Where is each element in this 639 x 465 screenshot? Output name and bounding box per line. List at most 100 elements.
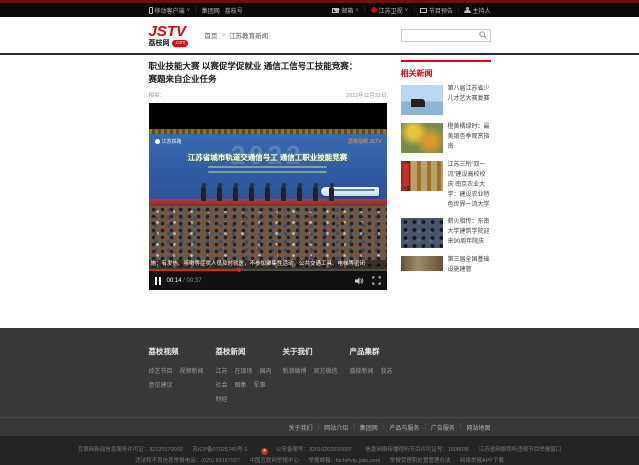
footer-nav-link[interactable]: 网站地图 bbox=[466, 423, 490, 432]
logo-lizhi-text: 荔枝网 bbox=[149, 40, 170, 47]
tv-schedule-icon bbox=[420, 8, 427, 13]
group-site-label: 集团网 bbox=[202, 6, 220, 15]
footer-column-lizhi-news: 荔枝新闻 江苏 在现场 国内 社会 图集 军事 财经 bbox=[216, 346, 283, 403]
video-control-bar: 00:14 / 00:37 bbox=[149, 269, 387, 290]
footer-nav-link[interactable]: 广告服务 bbox=[431, 423, 455, 432]
police-filing-link[interactable]: 公安备案号：32010202010007 bbox=[276, 447, 352, 453]
legal-line-2: 违法和不良信息举报电话：(025) 83187997 中国互联网举报中心 举报邮… bbox=[0, 456, 639, 465]
footer-nav-row: 关于我们 | 网站介绍 | 集团网 | 产品与服务 | 广告服务 | 网站地图 bbox=[0, 417, 639, 436]
breadcrumb-separator: > bbox=[221, 32, 225, 39]
related-news-item[interactable]: 橙黄橘绿时：最美银杏季观赏指南 bbox=[401, 123, 491, 153]
footer-link[interactable]: 国内 bbox=[260, 366, 272, 375]
legal-section: 互联网新闻信息服务许可证：32120170003 苏ICP备07025745号-… bbox=[0, 436, 639, 465]
footer-link[interactable]: 意见建议 bbox=[149, 380, 173, 389]
related-news-item[interactable]: 薪火相传：东南大学建筑学院迎来90周年院庆 bbox=[401, 218, 491, 248]
stage-person bbox=[249, 187, 254, 201]
publish-date: 2022年11月22日 bbox=[346, 91, 387, 99]
group-site-link[interactable]: 集团网 bbox=[202, 6, 220, 15]
topbar-divider: | bbox=[413, 7, 415, 13]
related-news-thumbnail bbox=[401, 218, 443, 248]
footer-link[interactable]: 官方微信 bbox=[314, 366, 338, 375]
site-header: JSTV 荔枝网 .com 首页 > 江苏教育新闻 bbox=[0, 17, 639, 55]
legal-line-1: 互联网新闻信息服务许可证：32120170003 苏ICP备07025745号-… bbox=[0, 445, 639, 455]
breadcrumb-home[interactable]: 首页 bbox=[204, 30, 217, 40]
related-news-title: 橙黄橘绿时：最美银杏季观赏指南 bbox=[448, 123, 491, 153]
article-meta: 相关： 2022年11月22日 bbox=[149, 91, 387, 99]
icp-license-link[interactable]: 苏ICP备07025745号-1 bbox=[192, 447, 247, 453]
video-stage-backdrop: 2022 江苏铁路 荔枝视频 JSTV 江苏省城市轨道交通信号工 通信工职业技能… bbox=[149, 134, 387, 206]
jstv-channel-menu[interactable]: 江苏卫视 ∨ bbox=[371, 6, 409, 15]
footer-link[interactable]: 在现场 bbox=[235, 366, 253, 375]
footer-nav-link[interactable]: 集团网 bbox=[360, 423, 378, 432]
footer-link[interactable]: 我苏 bbox=[381, 366, 393, 375]
related-news-sidebar: 相关新闻 第八届江苏省少儿才艺大赛复赛 橙黄橘绿时：最美银杏季观赏指南 江苏三所… bbox=[401, 60, 491, 290]
footer-link[interactable]: 江苏 bbox=[216, 366, 228, 375]
footer-link[interactable]: 社会 bbox=[216, 380, 228, 389]
site-footer: 荔枝视频 综艺节目 视频新闻 意见建议 荔枝新闻 江苏 在现场 国内 社会 图集… bbox=[0, 328, 639, 465]
related-news-item[interactable]: 第三届全国基础设施建管 bbox=[401, 256, 491, 276]
news-license: 互联网新闻信息服务许可证：32120170003 bbox=[78, 447, 183, 453]
related-news-thumbnail bbox=[401, 161, 443, 191]
breadcrumb-current[interactable]: 江苏教育新闻 bbox=[229, 30, 268, 40]
related-news-item[interactable]: 第八届江苏省少儿才艺大赛复赛 bbox=[401, 85, 491, 115]
video-player[interactable]: 2022 江苏铁路 荔枝视频 JSTV 江苏省城市轨道交通信号工 通信工职业技能… bbox=[149, 103, 387, 290]
article-main-column: 职业技能大赛 以赛促学促就业 通信工信号工技能竞赛： 赛题来自企业任务 相关： … bbox=[149, 60, 387, 290]
footer-nav-separator: | bbox=[353, 424, 355, 430]
footer-link[interactable]: 军事 bbox=[254, 380, 266, 389]
person-icon bbox=[464, 7, 470, 13]
stage-people-row bbox=[149, 187, 387, 201]
internet-report-center-link[interactable]: 中国互联网举报中心 bbox=[249, 458, 299, 464]
footer-column-about-us: 关于我们 新浪微博 官方微信 bbox=[283, 346, 350, 403]
search-button[interactable] bbox=[477, 30, 490, 41]
video-frame: 2022 江苏铁路 荔枝视频 JSTV 江苏省城市轨道交通信号工 通信工职业技能… bbox=[149, 129, 387, 269]
report-phone: 违法和不良信息举报电话：(025) 83187997 bbox=[135, 458, 240, 464]
police-emblem-icon: ★ bbox=[261, 448, 268, 455]
pause-button[interactable] bbox=[155, 277, 161, 285]
footer-nav-link[interactable]: 产品与服务 bbox=[389, 423, 419, 432]
chevron-down-icon: ∨ bbox=[405, 7, 409, 13]
footer-nav-link[interactable]: 关于我们 bbox=[289, 423, 313, 432]
footer-nav-link[interactable]: 网站介绍 bbox=[324, 423, 348, 432]
article-title: 职业技能大赛 以赛促学促就业 通信工信号工技能竞赛： 赛题来自企业任务 bbox=[149, 60, 387, 86]
jstv-channel-label: 江苏卫视 bbox=[379, 6, 403, 15]
host-label: 主持人 bbox=[472, 6, 490, 15]
site-logo[interactable]: JSTV 荔枝网 .com bbox=[149, 24, 189, 47]
mail-menu[interactable]: 邮箱 ∨ bbox=[332, 6, 359, 15]
footer-column-title: 荔枝新闻 bbox=[216, 346, 283, 357]
footer-link[interactable]: 视频新闻 bbox=[180, 366, 204, 375]
footer-link[interactable]: 荔枝新闻 bbox=[350, 366, 374, 375]
video-subtitle-ticker: 施：有发热、咳嗽等症状人员及时就医，不参加聚集性活动，公共交通工具、电梯等密闭 bbox=[149, 260, 387, 269]
footer-nav-separator: | bbox=[424, 424, 426, 430]
mobile-client-menu[interactable]: 移动客户端 ∨ bbox=[149, 6, 191, 15]
related-news-item[interactable]: 江苏三所“双一流”建设高校校庆 南京农业大学：建设农业特色世界一流大学 bbox=[401, 161, 491, 210]
report-rules-link[interactable]: 举报受理和处置管理办法 bbox=[390, 458, 451, 464]
volume-button[interactable] bbox=[355, 277, 364, 285]
chevron-down-icon: ∨ bbox=[355, 7, 359, 13]
footer-link[interactable]: 综艺节目 bbox=[149, 366, 173, 375]
stage-person bbox=[297, 187, 302, 201]
top-utility-bar: 移动客户端 ∨ | 集团网 荔枝号 邮箱 ∨ | 江苏卫视 ∨ | bbox=[0, 3, 639, 17]
logo-jstv-text: JSTV bbox=[149, 24, 189, 39]
volume-icon bbox=[355, 277, 364, 285]
fullscreen-icon bbox=[372, 276, 381, 285]
search-input[interactable] bbox=[402, 32, 477, 38]
fullscreen-button[interactable] bbox=[372, 276, 381, 285]
phone-icon bbox=[149, 7, 153, 14]
footer-link[interactable]: 新浪微博 bbox=[283, 366, 307, 375]
footer-link[interactable]: 财经 bbox=[216, 394, 228, 403]
program-schedule-link[interactable]: 节目预告 bbox=[420, 6, 453, 15]
chevron-down-icon: ∨ bbox=[187, 7, 191, 13]
mail-icon bbox=[332, 8, 339, 13]
footer-nav-separator: | bbox=[383, 424, 385, 430]
report-email: 举报邮箱：litchi#vip.jsbc.com bbox=[309, 458, 381, 464]
related-news-header: 相关新闻 bbox=[401, 60, 491, 79]
related-news-title: 江苏三所“双一流”建设高校校庆 南京农业大学：建设农业特色世界一流大学 bbox=[448, 161, 491, 210]
footer-link[interactable]: 图集 bbox=[235, 380, 247, 389]
related-news-thumbnail bbox=[401, 123, 443, 153]
report-window-link[interactable]: 江苏省网络视听违规节目举报窗口 bbox=[479, 447, 562, 453]
stage-person bbox=[313, 187, 318, 201]
report-app-link[interactable]: 网络举报APP下载 bbox=[460, 458, 504, 464]
lizhi-account-link[interactable]: 荔枝号 bbox=[225, 6, 243, 15]
host-link[interactable]: 主持人 bbox=[464, 6, 490, 15]
related-news-title: 第八届江苏省少儿才艺大赛复赛 bbox=[448, 85, 491, 115]
